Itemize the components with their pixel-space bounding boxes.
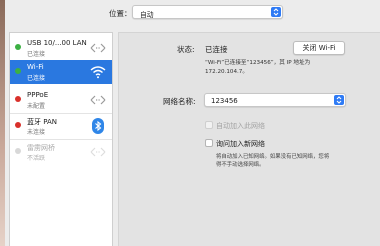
network-name-label: 网络名称: [163, 97, 196, 106]
service-name: 雷雳网桥 [27, 144, 55, 152]
service-item-wifi[interactable]: Wi-Fi 已连接 [10, 60, 112, 84]
ask-join-note-2: 得不手动选择网络。 [216, 162, 265, 168]
status-dot [15, 96, 21, 102]
auto-join-label: 自动加入此网络 [216, 122, 265, 130]
service-item-pppoe[interactable]: PPPoE 未配置 [10, 88, 112, 112]
service-list: USB 10/...00 LAN 已连接 Wi-Fi 已连接 PPPoE 未配置… [9, 32, 113, 246]
status-value: 已连接 [205, 45, 228, 54]
service-name: Wi-Fi [27, 63, 44, 71]
status-dot [15, 148, 21, 154]
service-name: USB 10/...00 LAN [27, 39, 87, 47]
window-edge [0, 0, 5, 246]
bluetooth-icon [89, 117, 107, 135]
location-select[interactable]: 自动 [132, 5, 283, 19]
ask-join-note: 将自动加入已知网络。如果没有已知网络，您将 [216, 154, 330, 160]
status-description-ip: 172.20.104.7。 [205, 69, 248, 75]
network-name-value: 123456 [211, 97, 238, 105]
location-label: 位置： [109, 9, 132, 18]
service-item-thunderbolt-bridge[interactable]: 雷雳网桥 不活跃 [10, 140, 112, 164]
service-status: 未连接 [27, 129, 46, 136]
select-stepper-icon [334, 95, 344, 105]
service-status: 不活跃 [27, 155, 46, 162]
status-description: “Wi-Fi”已连接至“123456”，其 IP 地址为 [205, 60, 311, 66]
wifi-icon [89, 63, 107, 81]
status-dot [15, 44, 21, 50]
network-name-select[interactable]: 123456 [204, 93, 346, 107]
service-item-bluetooth-pan[interactable]: 蓝牙 PAN 未连接 [10, 114, 112, 138]
ask-join-checkbox[interactable] [205, 139, 213, 147]
service-name: PPPoE [27, 91, 49, 99]
select-stepper-icon [271, 7, 281, 17]
status-label: 状态: [177, 45, 195, 54]
auto-join-checkbox[interactable] [205, 121, 213, 129]
ethernet-arrows-icon [89, 39, 107, 57]
ask-join-label: 询问加入新网络 [216, 140, 265, 148]
service-name: 蓝牙 PAN [27, 118, 58, 126]
location-bar: 位置： 自动 [5, 0, 380, 28]
status-dot [15, 68, 21, 74]
location-value: 自动 [140, 11, 154, 19]
service-item-usb-lan[interactable]: USB 10/...00 LAN 已连接 [10, 36, 112, 60]
turn-off-wifi-button[interactable]: 关闭 Wi-Fi [293, 41, 345, 55]
ethernet-arrows-icon [89, 143, 107, 161]
service-status: 未配置 [27, 103, 46, 110]
service-status: 已连接 [27, 75, 46, 82]
status-dot [15, 122, 21, 128]
service-status: 已连接 [27, 51, 46, 58]
ethernet-arrows-icon [89, 91, 107, 109]
